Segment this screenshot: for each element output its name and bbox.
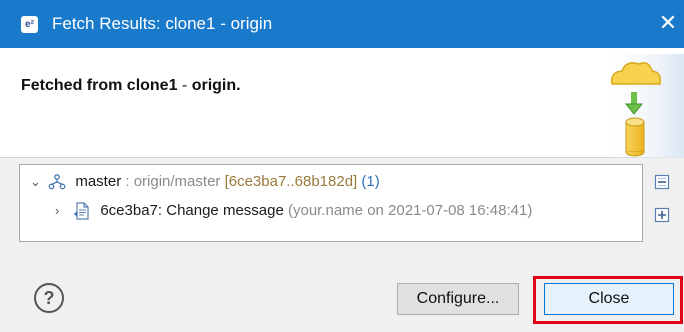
fetch-message-remote: origin. — [191, 77, 241, 94]
commit-count: (1) — [361, 173, 380, 190]
eclipse-app-icon: e² — [21, 16, 38, 33]
commit-range: [6ce3ba7..68b182d] — [224, 173, 358, 190]
expand-all-icon[interactable] — [654, 207, 670, 223]
header-banner: Fetched from clone1 - origin. — [0, 48, 684, 158]
help-button[interactable]: ? — [34, 283, 64, 313]
fetch-message: Fetched from clone1 - origin. — [21, 77, 241, 95]
fetch-cloud-database-icon — [598, 54, 684, 158]
configure-button[interactable]: Configure... — [397, 283, 519, 315]
branch-separator: : — [121, 173, 134, 190]
commit-row[interactable]: › 6ce3ba7: Change message (your.name on … — [55, 200, 532, 222]
window-title: Fetch Results: clone1 - origin — [52, 14, 273, 33]
window-close-icon[interactable]: ✕ — [656, 10, 680, 36]
fetch-results-dialog: e² Fetch Results: clone1 - origin ✕ Fetc… — [0, 0, 684, 332]
collapse-chevron-icon[interactable]: ⌄ — [30, 171, 44, 193]
close-button[interactable]: Close — [544, 283, 674, 315]
collapse-all-icon[interactable] — [654, 174, 670, 190]
branch-row[interactable]: ⌄ master : origin/master [6ce3ba7..68b18… — [30, 171, 380, 193]
commit-file-icon — [74, 202, 89, 220]
commit-meta: (your.name on 2021-07-08 16:48:41) — [287, 202, 533, 219]
commit-title: 6ce3ba7: Change message — [100, 202, 284, 219]
branch-name: master — [75, 173, 122, 190]
branch-icon — [48, 174, 66, 190]
tracking-branch: origin/master — [133, 173, 221, 190]
fetch-message-source: Fetched from clone1 — [21, 77, 178, 94]
expand-chevron-icon[interactable]: › — [55, 200, 69, 222]
fetch-results-tree[interactable]: ⌄ master : origin/master [6ce3ba7..68b18… — [19, 164, 643, 242]
fetch-message-dash: - — [177, 77, 192, 94]
title-bar: e² Fetch Results: clone1 - origin ✕ — [0, 0, 684, 48]
